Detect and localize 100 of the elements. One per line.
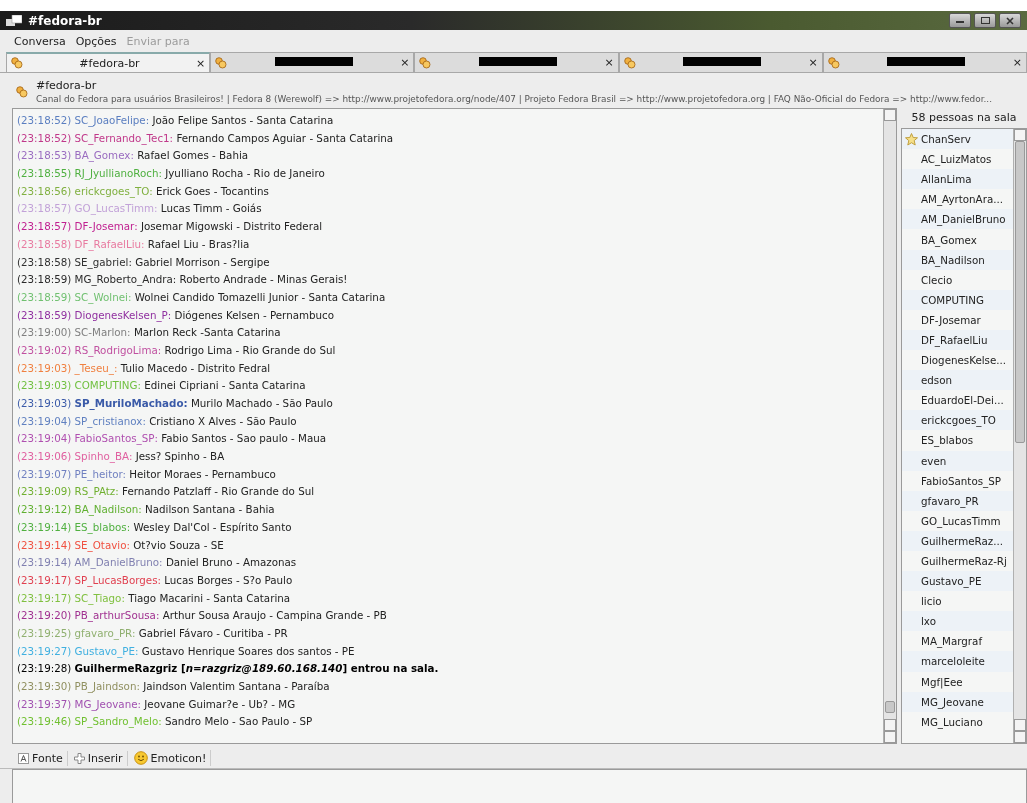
user-item[interactable]: COMPUTING xyxy=(902,289,1013,310)
scrollbar[interactable] xyxy=(1013,129,1026,743)
user-item[interactable]: BA_Nadilson xyxy=(902,249,1013,270)
user-name: AC_LuizMatos xyxy=(921,153,992,166)
conversation-tab[interactable]: × xyxy=(822,52,1027,72)
toolbar-button[interactable]: Fonte xyxy=(14,750,68,766)
chat-message: (23:18:57) GO_LucasTimm: Lucas Timm - Goiás xyxy=(17,201,263,217)
chat-message: (23:19:14) SE_Otavio: Ot?vio Souza - SE xyxy=(17,537,225,554)
chat-message: (23:18:59) SC_Wolnei: Wolnei Candido Tomazelli Junior - Santa Catarina xyxy=(17,289,387,306)
user-item[interactable]: FabioSantos_SP xyxy=(902,470,1013,491)
smiley-icon xyxy=(133,751,148,765)
window-icon xyxy=(6,14,22,27)
chat-message: (23:19:06) Spinho_BA: Jess? Spinho - BA xyxy=(17,449,226,465)
chat-message: (23:19:07) PE_heitor: Heitor Moraes - Pernambuco xyxy=(17,466,277,483)
conversation-tab[interactable]: × xyxy=(618,52,823,72)
chat-message: (23:19:27) Gustavo_PE: Gustavo Henrique Soares dos santos - PE xyxy=(17,643,356,660)
user-item[interactable]: Mgf|Eee xyxy=(902,671,1013,692)
conversation-tab[interactable]: #fedora-br × xyxy=(6,52,211,72)
user-item[interactable]: Clecio xyxy=(902,269,1013,290)
user-name: ChanServ xyxy=(921,133,971,146)
user-item[interactable]: AC_LuizMatos xyxy=(902,149,1013,170)
user-item[interactable]: Gustavo_PE xyxy=(902,571,1013,592)
close-tab-button[interactable]: × xyxy=(808,56,818,69)
menu-item[interactable]: Opções xyxy=(75,34,117,48)
chat-message: (23:19:37) MG_Jeovane: Jeovane Guimar?e - Ub? - MG xyxy=(17,696,297,713)
user-item[interactable]: even xyxy=(902,450,1013,471)
user-name: MG_Jeovane xyxy=(921,695,984,708)
close-tab-button[interactable]: × xyxy=(400,56,410,69)
user-name: FabioSantos_SP xyxy=(921,474,1001,487)
user-item[interactable]: AM_AyrtonAra... xyxy=(902,189,1013,210)
user-item[interactable]: MG_Jeovane xyxy=(902,691,1013,712)
user-name: GuilhermeRaz-Rj xyxy=(921,555,1007,567)
chat-message: (23:18:52) SC_Fernando_Tec1: Fernando Campos Aguiar - Santa Catarina xyxy=(17,130,395,147)
user-name: ES_blabos xyxy=(921,434,974,447)
user-name: Gustavo_PE xyxy=(921,575,982,588)
user-item[interactable]: GuilhermeRaz-Rj xyxy=(902,550,1013,572)
menu-item[interactable]: Conversa xyxy=(14,34,66,48)
user-item[interactable]: GuilhermeRaz... xyxy=(902,530,1013,551)
conversation-tab[interactable]: × xyxy=(210,52,415,72)
user-item[interactable]: licio xyxy=(902,591,1013,612)
close-icon xyxy=(1006,16,1014,25)
chat-message: (23:19:17) SP_LucasBorges: Lucas Borges - S?o Paulo xyxy=(17,572,294,589)
chat-message: (23:18:55) RJ_JyullianoRoch: Jyulliano Rocha - Rio de Janeiro xyxy=(17,166,326,182)
user-item[interactable]: EduardoEl-Dei... xyxy=(902,390,1013,411)
user-item[interactable]: MG_Luciano xyxy=(902,711,1013,732)
chat-icon xyxy=(827,56,840,69)
user-item[interactable]: GO_LucasTimm xyxy=(902,510,1013,531)
user-item[interactable]: DF-Josemar xyxy=(902,309,1013,330)
user-name: DiogenesKelse... xyxy=(921,354,1007,367)
chat-message: (23:18:58) DF_RafaelLiu: Rafael Liu - Bras?lia xyxy=(17,236,251,253)
user-name: lxo xyxy=(921,615,936,628)
user-item[interactable]: lxo xyxy=(902,611,1013,632)
chat-message: (23:18:57) DF-Josemar: Josemar Migowski - Distrito Federal xyxy=(17,219,324,235)
user-name: BA_Nadilson xyxy=(921,253,985,266)
user-item[interactable]: DF_RafaelLiu xyxy=(902,329,1013,351)
user-item[interactable]: AM_DanielBruno xyxy=(902,209,1013,230)
chat-message: (23:19:02) RS_RodrigoLima: Rodrigo Lima - Rio Grande do Sul xyxy=(17,342,337,359)
channel-name: #fedora-br xyxy=(36,79,98,92)
user-item[interactable]: ES_blabos xyxy=(902,430,1013,451)
close-tab-button[interactable]: × xyxy=(604,56,614,69)
scrollbar[interactable] xyxy=(883,109,896,743)
maximize-icon xyxy=(980,17,990,24)
user-name: erickcgoes_TO xyxy=(921,414,996,427)
user-name: COMPUTING xyxy=(921,293,984,306)
user-name: GuilhermeRaz... xyxy=(921,534,1003,547)
toolbar-button[interactable]: Inserir xyxy=(69,750,128,766)
close-tab-button[interactable]: × xyxy=(196,56,206,70)
close-tab-button[interactable]: × xyxy=(1012,56,1022,69)
close-button[interactable] xyxy=(999,13,1021,28)
chat-message: (23:19:17) SC_Tiago: Tiago Macarini - Santa Catarina xyxy=(17,590,292,607)
user-name: AllanLima xyxy=(921,173,972,186)
message-input[interactable] xyxy=(12,769,1027,803)
user-item[interactable]: MA_Margraf xyxy=(902,631,1013,652)
user-item[interactable]: AllanLima xyxy=(902,169,1013,190)
user-item[interactable]: edson xyxy=(902,370,1013,391)
chat-message: (23:19:14) AM_DanielBruno: Daniel Bruno - Amazonas xyxy=(17,555,298,571)
tab-label: #fedora-br xyxy=(79,56,140,70)
user-name: BA_Gomex xyxy=(921,233,977,246)
user-item[interactable]: erickcgoes_TO xyxy=(902,410,1013,431)
chat-message: (23:19:30) PB_Jaindson: Jaindson Valentim Santana - Paraíba xyxy=(17,679,331,695)
user-item[interactable]: BA_Gomex xyxy=(902,229,1013,250)
chat-message: (23:19:20) PB_arthurSousa: Arthur Sousa Araujo - Campina Grande - PB xyxy=(17,608,388,624)
chat-message: (23:18:56) erickcgoes_TO: Erick Goes - Tocantins xyxy=(17,183,270,200)
user-name: GO_LucasTimm xyxy=(921,514,1001,527)
user-item[interactable]: gfavaro_PR xyxy=(902,490,1013,511)
chat-message: (23:18:52) SC_JoaoFelipe: João Felipe Santos - Santa Catarina xyxy=(17,113,335,129)
plus-icon xyxy=(73,752,85,764)
user-item[interactable]: ChanServ xyxy=(902,129,1013,150)
chat-message: (23:19:14) ES_blabos: Wesley Dal'Col - Espírito Santo xyxy=(17,519,293,536)
chat-message: (23:19:00) SC-Marlon: Marlon Reck -Santa Catarina xyxy=(17,325,282,341)
user-name: AM_AyrtonAra... xyxy=(921,193,1004,206)
chat-icon xyxy=(419,56,432,69)
user-item[interactable]: DiogenesKelse... xyxy=(902,350,1013,371)
conversation-tab[interactable]: × xyxy=(414,52,619,72)
toolbar-button[interactable]: Emoticon! xyxy=(129,750,212,766)
minimize-button[interactable] xyxy=(949,13,971,28)
user-name: MG_Luciano xyxy=(921,715,983,728)
user-item[interactable]: marceloleite xyxy=(902,651,1013,672)
maximize-button[interactable] xyxy=(974,13,996,28)
chat-message: (23:19:12) BA_Nadilson: Nadilson Santana - Bahia xyxy=(17,502,276,518)
